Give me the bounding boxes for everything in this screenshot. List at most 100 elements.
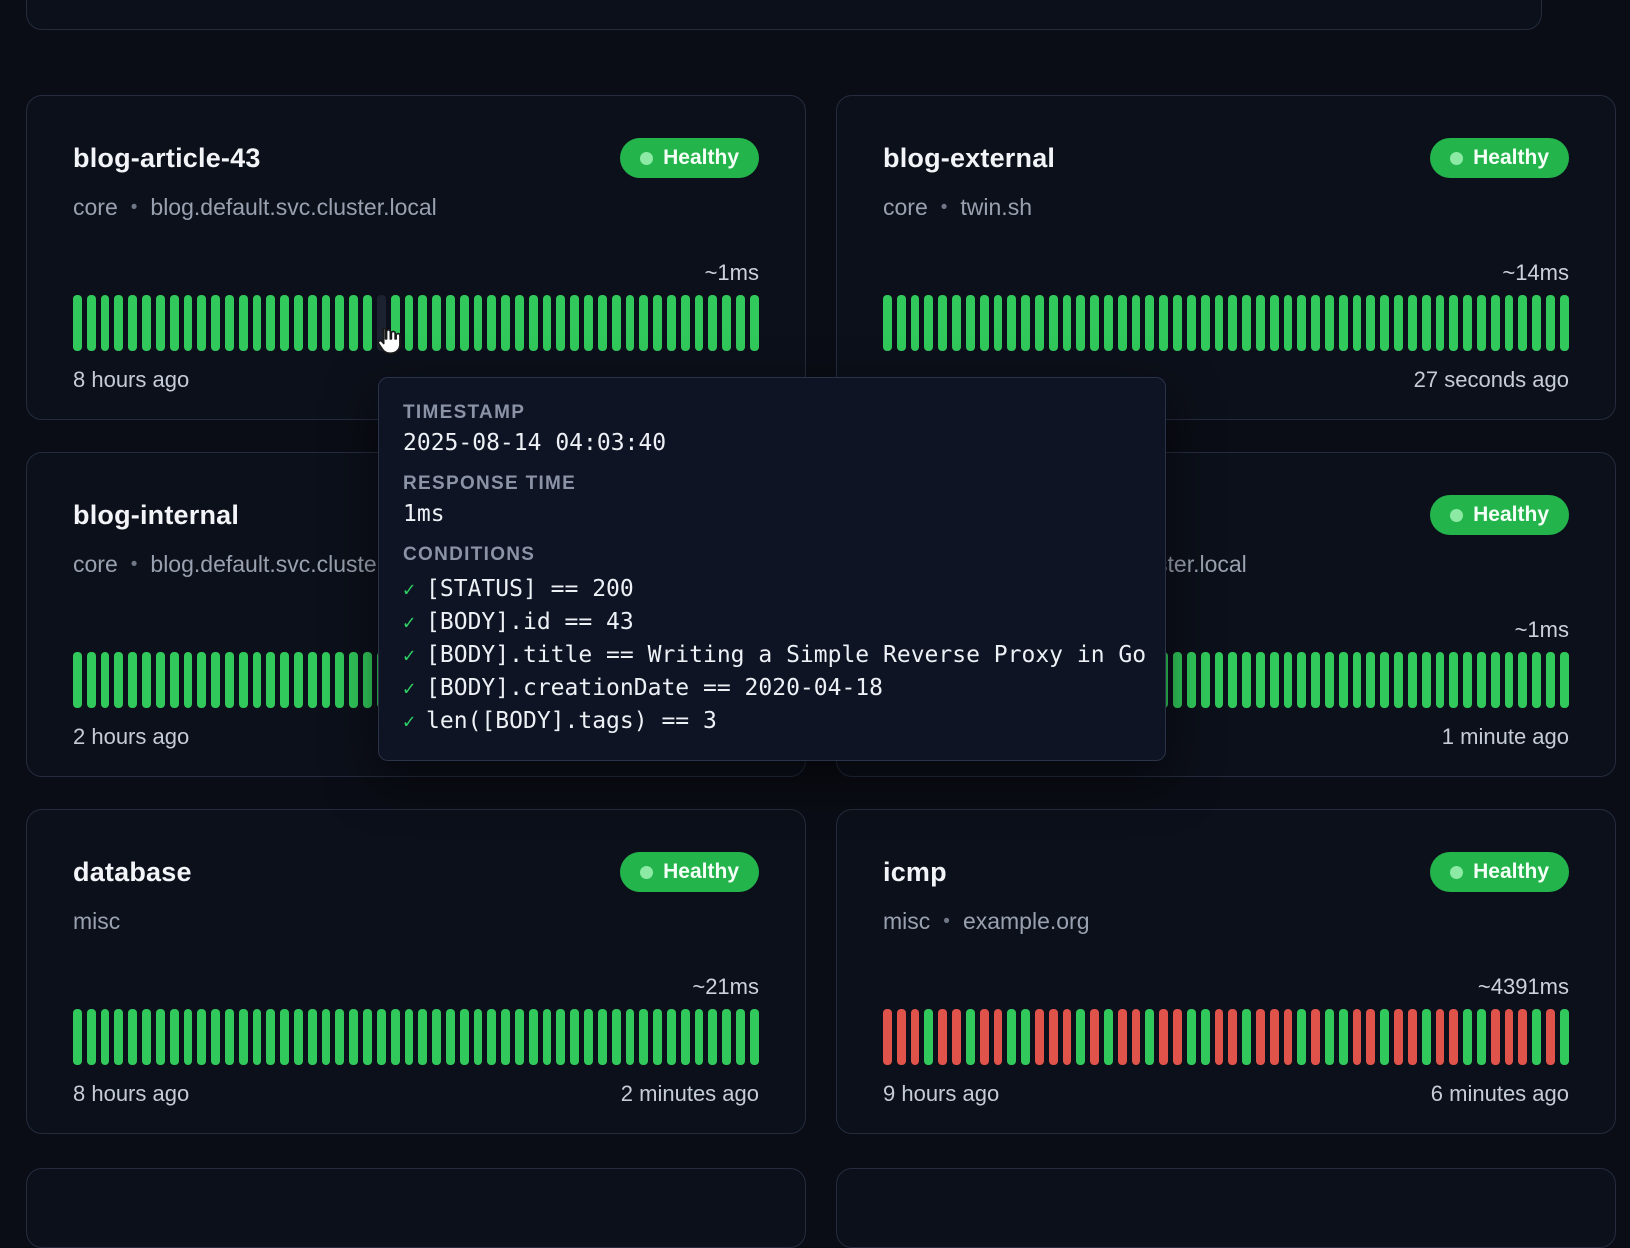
uptime-bar[interactable] — [1242, 295, 1251, 351]
uptime-bar[interactable] — [1201, 295, 1210, 351]
uptime-bar[interactable] — [994, 1009, 1003, 1065]
uptime-bar[interactable] — [1104, 295, 1113, 351]
uptime-bar[interactable] — [1215, 295, 1224, 351]
uptime-bar[interactable] — [1256, 295, 1265, 351]
uptime-bar[interactable] — [529, 1009, 538, 1065]
uptime-bar[interactable] — [1132, 1009, 1141, 1065]
uptime-bar[interactable] — [736, 295, 745, 351]
uptime-bar[interactable] — [1270, 652, 1279, 708]
uptime-bar[interactable] — [667, 1009, 676, 1065]
uptime-bar[interactable] — [253, 652, 262, 708]
endpoint-card[interactable]: blog-external Healthy core • twin.sh ~14… — [836, 95, 1616, 420]
uptime-bar[interactable] — [1007, 1009, 1016, 1065]
uptime-bar[interactable] — [924, 295, 933, 351]
uptime-bar[interactable] — [556, 295, 565, 351]
uptime-bar[interactable] — [349, 1009, 358, 1065]
uptime-bar[interactable] — [114, 1009, 123, 1065]
uptime-bar[interactable] — [1366, 652, 1375, 708]
uptime-bar[interactable] — [681, 295, 690, 351]
uptime-bar[interactable] — [405, 1009, 414, 1065]
uptime-bar[interactable] — [294, 652, 303, 708]
uptime-bar[interactable] — [335, 1009, 344, 1065]
uptime-bar[interactable] — [184, 1009, 193, 1065]
uptime-bar[interactable] — [612, 295, 621, 351]
uptime-bar[interactable] — [1270, 1009, 1279, 1065]
uptime-bar[interactable] — [501, 1009, 510, 1065]
uptime-bar[interactable] — [1215, 652, 1224, 708]
uptime-bar[interactable] — [101, 295, 110, 351]
uptime-bar[interactable] — [1463, 1009, 1472, 1065]
uptime-bar[interactable] — [1256, 1009, 1265, 1065]
uptime-bar[interactable] — [1035, 295, 1044, 351]
uptime-bar[interactable] — [446, 1009, 455, 1065]
uptime-bar[interactable] — [1173, 1009, 1182, 1065]
uptime-bar[interactable] — [736, 1009, 745, 1065]
uptime-bar[interactable] — [1560, 295, 1569, 351]
uptime-bar[interactable] — [363, 295, 372, 351]
uptime-bar[interactable] — [322, 1009, 331, 1065]
uptime-bar[interactable] — [1325, 295, 1334, 351]
uptime-bar[interactable] — [114, 652, 123, 708]
uptime-bar[interactable] — [1104, 1009, 1113, 1065]
uptime-bar[interactable] — [225, 1009, 234, 1065]
uptime-bar[interactable] — [280, 652, 289, 708]
uptime-bar[interactable] — [73, 652, 82, 708]
uptime-bar[interactable] — [1090, 295, 1099, 351]
uptime-bar[interactable] — [1339, 295, 1348, 351]
uptime-bar[interactable] — [1228, 1009, 1237, 1065]
uptime-bar[interactable] — [1449, 295, 1458, 351]
uptime-bar[interactable] — [101, 1009, 110, 1065]
previous-endpoint-card-partial[interactable] — [26, 0, 1542, 30]
uptime-bar[interactable] — [515, 1009, 524, 1065]
uptime-bar[interactable] — [1145, 295, 1154, 351]
uptime-bar[interactable] — [335, 295, 344, 351]
uptime-bar[interactable] — [980, 1009, 989, 1065]
uptime-bar[interactable] — [1436, 652, 1445, 708]
uptime-bar[interactable] — [1394, 295, 1403, 351]
uptime-bar[interactable] — [142, 1009, 151, 1065]
uptime-bar[interactable] — [335, 652, 344, 708]
uptime-bar[interactable] — [487, 1009, 496, 1065]
uptime-bar[interactable] — [1366, 295, 1375, 351]
uptime-bar[interactable] — [474, 295, 483, 351]
uptime-bar[interactable] — [1284, 1009, 1293, 1065]
uptime-bar[interactable] — [938, 1009, 947, 1065]
uptime-bar[interactable] — [1297, 1009, 1306, 1065]
uptime-bar[interactable] — [225, 652, 234, 708]
uptime-bar[interactable] — [556, 1009, 565, 1065]
uptime-bar[interactable] — [266, 1009, 275, 1065]
uptime-bar[interactable] — [1436, 1009, 1445, 1065]
uptime-bar[interactable] — [1076, 295, 1085, 351]
uptime-bar[interactable] — [1380, 1009, 1389, 1065]
uptime-bar[interactable] — [266, 652, 275, 708]
uptime-bar[interactable] — [170, 652, 179, 708]
uptime-bar[interactable] — [184, 652, 193, 708]
uptime-bar[interactable] — [1311, 295, 1320, 351]
uptime-bar[interactable] — [1201, 652, 1210, 708]
uptime-bar[interactable] — [708, 295, 717, 351]
uptime-bar[interactable] — [1532, 295, 1541, 351]
uptime-bar[interactable] — [708, 1009, 717, 1065]
uptime-bar[interactable] — [1035, 1009, 1044, 1065]
uptime-bar[interactable] — [897, 295, 906, 351]
uptime-bar[interactable] — [1532, 1009, 1541, 1065]
uptime-bar[interactable] — [883, 295, 892, 351]
uptime-bar[interactable] — [1118, 295, 1127, 351]
uptime-bar[interactable] — [543, 1009, 552, 1065]
uptime-bar[interactable] — [211, 1009, 220, 1065]
uptime-bar[interactable] — [1518, 1009, 1527, 1065]
uptime-bar[interactable] — [1311, 652, 1320, 708]
uptime-bar[interactable] — [1090, 1009, 1099, 1065]
uptime-bar[interactable] — [1339, 652, 1348, 708]
uptime-bar[interactable] — [1297, 652, 1306, 708]
uptime-bar[interactable] — [1284, 295, 1293, 351]
uptime-bar[interactable] — [128, 295, 137, 351]
uptime-bar[interactable] — [73, 1009, 82, 1065]
uptime-bar[interactable] — [1491, 652, 1500, 708]
uptime-bar[interactable] — [911, 295, 920, 351]
uptime-bar[interactable] — [1477, 295, 1486, 351]
uptime-bar[interactable] — [1518, 295, 1527, 351]
uptime-bar[interactable] — [994, 295, 1003, 351]
uptime-bar[interactable] — [1491, 1009, 1500, 1065]
uptime-bar[interactable] — [1215, 1009, 1224, 1065]
